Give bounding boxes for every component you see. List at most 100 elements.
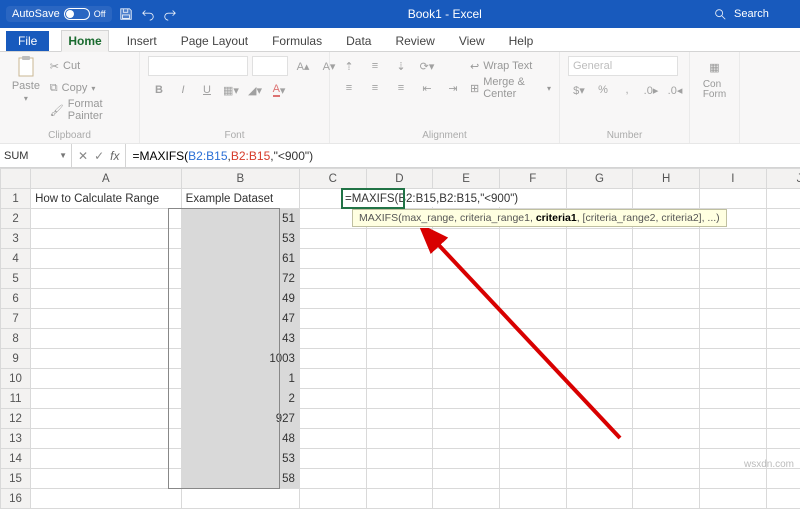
border-button[interactable]: ▦▾ [220,80,242,100]
cell[interactable] [766,489,800,509]
cell[interactable] [366,429,433,449]
percent-format-icon[interactable]: % [592,80,614,100]
font-color-button[interactable]: A▾ [268,80,290,100]
tab-help[interactable]: Help [503,31,540,51]
cell[interactable] [766,329,800,349]
row-header-16[interactable]: 16 [1,489,31,509]
cell[interactable] [31,409,182,429]
cell[interactable] [31,449,182,469]
cell[interactable] [366,389,433,409]
row-header-2[interactable]: 2 [1,209,31,229]
align-center-icon[interactable]: ≡ [364,78,386,98]
decrease-indent-icon[interactable]: ⇤ [416,78,438,98]
cell[interactable] [433,249,500,269]
col-header-J[interactable]: J [766,169,800,189]
row-header-3[interactable]: 3 [1,229,31,249]
fill-color-button[interactable]: ◢▾ [244,80,266,100]
cell[interactable]: 1 [181,369,299,389]
cell[interactable] [299,249,366,269]
cell[interactable] [31,249,182,269]
underline-button[interactable]: U [196,80,218,100]
enter-formula-icon[interactable]: ✓ [94,149,104,163]
cell[interactable] [766,469,800,489]
tab-page-layout[interactable]: Page Layout [175,31,254,51]
row-8[interactable]: 8 43 [1,329,800,349]
cell[interactable]: How to Calculate Range [31,189,182,209]
cell[interactable] [566,489,633,509]
cell-edit-overlay[interactable]: =MAXIFS(B2:B15,B2:B15,"<900") [343,189,520,207]
cell[interactable] [633,289,700,309]
cell[interactable] [299,269,366,289]
cell[interactable] [566,409,633,429]
row-5[interactable]: 572 [1,269,800,289]
row-10[interactable]: 101 [1,369,800,389]
cell[interactable] [699,189,766,209]
conditional-formatting-button[interactable]: ▦ ConForm [698,56,731,100]
cell[interactable] [699,229,766,249]
row-14[interactable]: 1453 [1,449,800,469]
formula-input[interactable]: =MAXIFS(B2:B15,B2:B15,"<900") [126,144,800,167]
row-16[interactable]: 16 [1,489,800,509]
increase-indent-icon[interactable]: ⇥ [442,78,464,98]
cell[interactable] [633,449,700,469]
cell[interactable] [766,349,800,369]
cell[interactable] [433,409,500,429]
cell[interactable] [499,369,566,389]
row-header-11[interactable]: 11 [1,389,31,409]
cell[interactable] [633,469,700,489]
tab-formulas[interactable]: Formulas [266,31,328,51]
cell[interactable]: 48 [181,429,299,449]
row-11[interactable]: 112 [1,389,800,409]
decrease-decimal-icon[interactable]: .0◂ [664,80,686,100]
cell[interactable]: 49 [181,289,299,309]
cell[interactable] [699,269,766,289]
chevron-down-icon[interactable]: ▼ [59,151,67,160]
accounting-format-icon[interactable]: $▾ [568,80,590,100]
cell[interactable] [766,209,800,229]
worksheet-grid[interactable]: A B C D E F G H I J K 1How to Calculate … [0,168,800,520]
cell[interactable] [566,229,633,249]
cell[interactable] [499,409,566,429]
number-format-combo[interactable]: General [568,56,678,76]
cell[interactable] [633,229,700,249]
cell[interactable] [633,409,700,429]
cell[interactable] [566,269,633,289]
cell[interactable] [31,309,182,329]
cell[interactable] [366,409,433,429]
copy-button[interactable]: ⧉Copy▾ [50,78,131,98]
comma-format-icon[interactable]: , [616,80,638,100]
cell[interactable]: 43 [181,329,299,349]
autosave-toggle[interactable]: AutoSave Off [6,6,112,22]
cell[interactable]: 58 [181,469,299,489]
cell[interactable] [299,309,366,329]
align-middle-icon[interactable]: ≡ [364,56,386,76]
cancel-formula-icon[interactable]: ✕ [78,149,88,163]
cell[interactable] [31,389,182,409]
row-header-12[interactable]: 12 [1,409,31,429]
cell[interactable] [433,489,500,509]
cell[interactable] [699,309,766,329]
cell[interactable] [699,329,766,349]
cell[interactable] [566,449,633,469]
tab-home[interactable]: Home [61,30,108,52]
cell[interactable] [31,329,182,349]
cell[interactable] [766,229,800,249]
tab-review[interactable]: Review [389,31,440,51]
row-6[interactable]: 6 49 [1,289,800,309]
cell[interactable] [366,309,433,329]
row-header-1[interactable]: 1 [1,189,31,209]
cell[interactable]: 1003 [181,349,299,369]
cell[interactable] [633,249,700,269]
cell[interactable] [433,269,500,289]
merge-center-button[interactable]: ⊞Merge & Center▾ [470,78,551,98]
col-header-A[interactable]: A [31,169,182,189]
cell[interactable]: 61 [181,249,299,269]
row-header-4[interactable]: 4 [1,249,31,269]
search-label[interactable]: Search [734,8,794,20]
row-header-6[interactable]: 6 [1,289,31,309]
cell[interactable] [566,429,633,449]
row-header-8[interactable]: 8 [1,329,31,349]
cell[interactable] [31,349,182,369]
cell[interactable]: 51 [181,209,299,229]
tab-data[interactable]: Data [340,31,377,51]
